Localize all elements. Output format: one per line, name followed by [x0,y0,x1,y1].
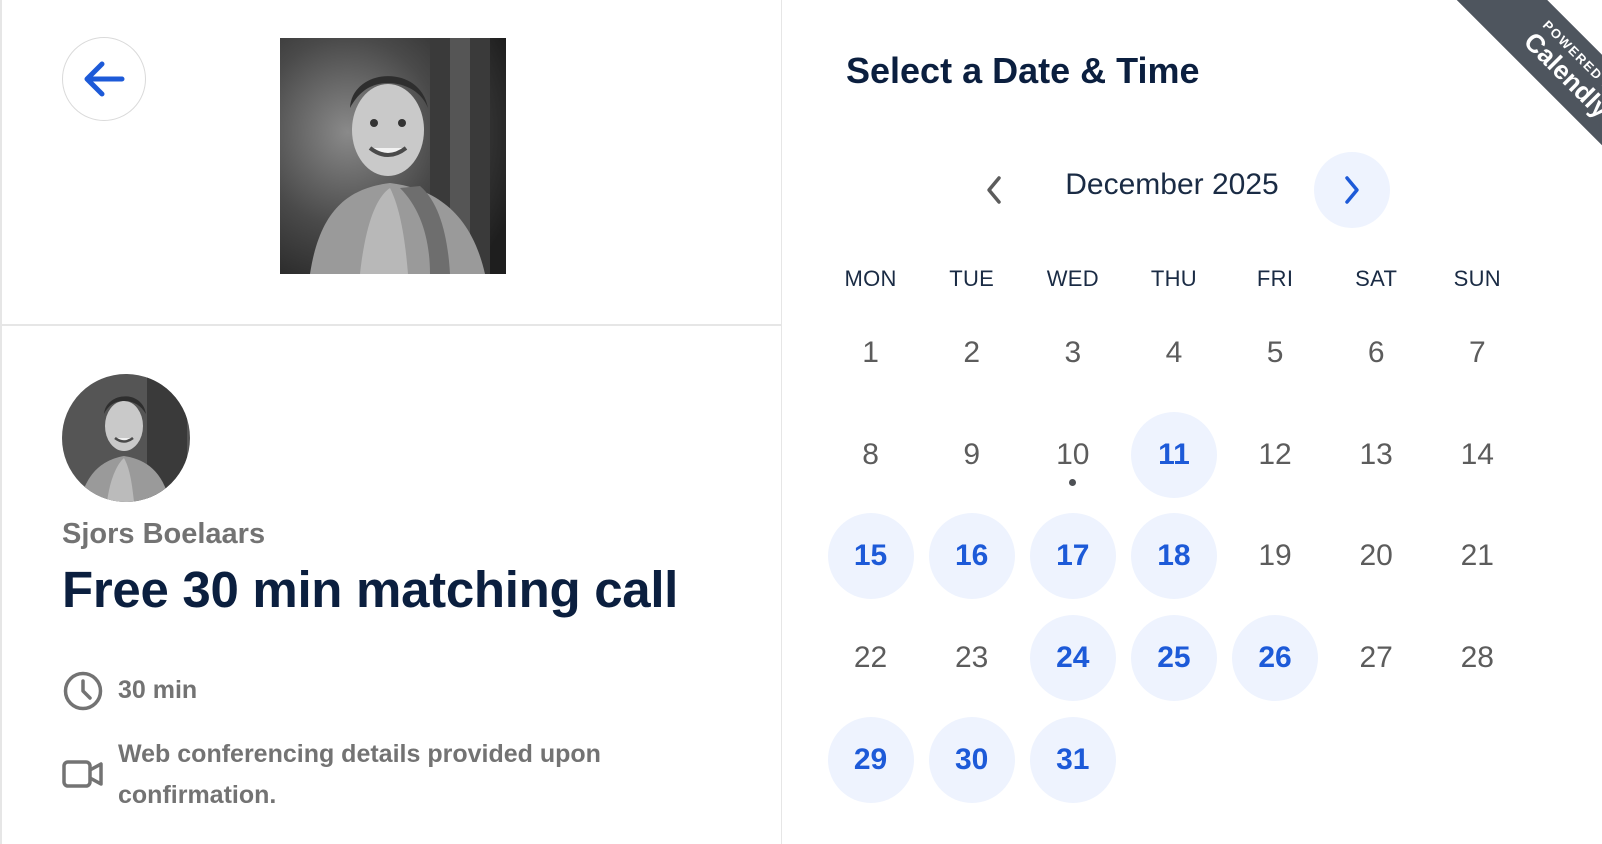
previous-month-button[interactable] [976,152,1012,228]
calendar-cell: 6 [1326,302,1427,404]
unavailable-day-12: 12 [1258,437,1292,471]
unavailable-day-28: 28 [1460,641,1494,675]
calendar-cell: 25 [1123,607,1224,709]
weekday-label: SAT [1355,266,1398,291]
available-day-31[interactable]: 31 [1029,717,1116,804]
unavailable-day-7: 7 [1468,335,1486,369]
calendar-cell: 31 [1022,709,1123,811]
weekday-label: FRI [1256,266,1294,291]
available-day-29[interactable]: 29 [827,717,914,804]
calendar-cell: 7 [1427,302,1528,404]
available-day-24[interactable]: 24 [1029,615,1116,702]
host-avatar [62,374,190,502]
calendar-grid: 1 2 3 4 5 6 7 8 9 10 11 12 13 14 15 16 17 18 19 20 21 22 23 24 2… [820,302,1530,811]
event-location: Web conferencing details provided upon c… [62,734,702,816]
unavailable-day-4: 4 [1165,335,1183,369]
unavailable-day-1: 1 [862,335,879,369]
month-label: December 2025 [1065,168,1279,201]
chevron-left-icon [987,176,1001,204]
calendar-cell: 15 [820,506,921,608]
unavailable-day-5: 5 [1266,335,1284,369]
calendar-cell: 12 [1225,404,1326,506]
scheduling-page: Sjors Boelaars Free 30 min matching call… [0,0,1602,844]
video-camera-icon [62,760,103,788]
unavailable-day-8: 8 [862,437,879,471]
picker-title: Select a Date & Time [846,50,1200,91]
calendar-cell: 8 [820,404,921,506]
unavailable-day-6: 6 [1367,335,1385,369]
available-day-30[interactable]: 30 [928,717,1015,804]
weekday-label: TUE [949,266,995,291]
unavailable-day-23: 23 [955,641,989,675]
unavailable-day-20: 20 [1359,539,1393,573]
event-header [2,0,782,326]
calendar-cell: 22 [820,607,921,709]
available-day-25[interactable]: 25 [1130,615,1217,702]
calendar-cell: 3 [1022,302,1123,404]
calendar-cell: 17 [1022,506,1123,608]
calendar-cell: 26 [1225,607,1326,709]
calendar-cell: 29 [820,709,921,811]
calendar-cell: 23 [921,607,1022,709]
available-day-16[interactable]: 16 [928,513,1015,600]
calendar-cell: 5 [1225,302,1326,404]
duration-text: 30 min [118,676,198,704]
calendar-cell: 27 [1326,607,1427,709]
calendar-cell: 21 [1427,506,1528,608]
calendly-badge[interactable]: POWERED BY Calendly [1436,0,1602,190]
chevron-right-icon [1345,176,1359,204]
calendar-cell: 10 [1022,404,1123,506]
weekday-header: MON TUE WED THU FRI SAT SUN [820,266,1530,292]
date-picker-panel: Select a Date & Time December 2025 MON TU… [782,0,1602,844]
unavailable-day-19: 19 [1258,539,1292,573]
available-day-17[interactable]: 17 [1029,513,1116,600]
conferencing-text: Web conferencing details provided upon c… [118,740,601,809]
back-button[interactable] [62,37,146,121]
event-details-panel: Sjors Boelaars Free 30 min matching call… [0,0,782,844]
calendar-cell: 16 [921,506,1022,608]
calendar-cell: 30 [921,709,1022,811]
unavailable-day-27: 27 [1359,641,1393,675]
available-day-11[interactable]: 11 [1130,411,1217,498]
weekday-label: SUN [1453,266,1501,291]
unavailable-day-3: 3 [1064,335,1082,369]
weekday-label: WED [1046,266,1099,291]
arrow-left-icon [84,61,125,97]
unavailable-day-9: 9 [963,437,981,471]
today-indicator [1069,478,1077,486]
calendar-cell: 13 [1326,404,1427,506]
calendar-cell: 4 [1123,302,1224,404]
calendar-cell: 19 [1225,506,1326,608]
unavailable-day-13: 13 [1359,437,1393,471]
unavailable-day-10: 10 [1030,412,1116,498]
unavailable-day-21: 21 [1460,539,1494,573]
event-duration: 30 min [62,670,197,712]
available-day-18[interactable]: 18 [1130,513,1217,600]
calendar-cell: 9 [921,404,1022,506]
weekday-label: THU [1150,266,1197,291]
available-day-26[interactable]: 26 [1232,615,1319,702]
available-day-15[interactable]: 15 [827,513,914,600]
unavailable-day-14: 14 [1460,437,1494,471]
calendar-cell: 28 [1427,607,1528,709]
calendar-cell: 1 [820,302,921,404]
unavailable-day-22: 22 [853,641,888,675]
powered-by-ribbon[interactable]: POWERED BY Calendly [1372,0,1602,190]
event-title: Free 30 min matching call [62,561,679,618]
calendar-cell: 20 [1326,506,1427,608]
clock-icon [63,671,103,711]
calendar-cell: 2 [921,302,1022,404]
weekday-label: MON [844,266,897,291]
host-cover-photo [280,38,506,274]
calendar-cell: 24 [1022,607,1123,709]
calendar-cell: 18 [1123,506,1224,608]
unavailable-day-2: 2 [963,335,981,369]
calendar-cell: 14 [1427,404,1528,506]
calendar-cell: 11 [1123,404,1224,506]
host-name: Sjors Boelaars [62,518,266,550]
